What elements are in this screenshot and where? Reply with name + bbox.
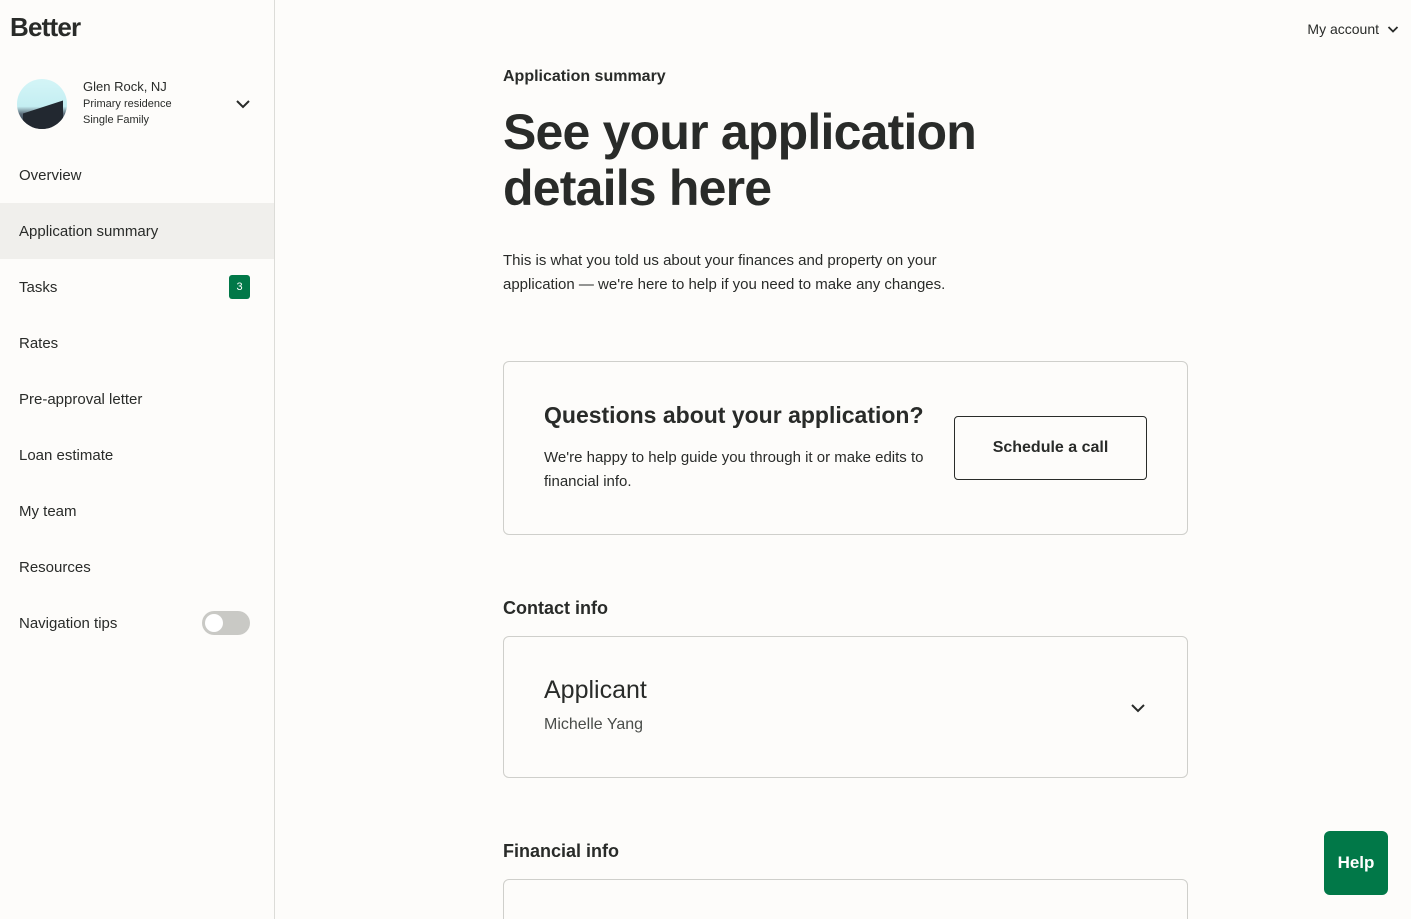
schedule-call-button[interactable]: Schedule a call: [954, 416, 1147, 480]
property-details: Glen Rock, NJ Primary residence Single F…: [83, 79, 172, 130]
applicant-accordion[interactable]: Applicant Michelle Yang: [503, 636, 1188, 778]
chevron-down-icon: [1387, 26, 1399, 33]
property-selector[interactable]: Glen Rock, NJ Primary residence Single F…: [17, 76, 257, 132]
property-avatar: [17, 79, 67, 129]
sidebar-item-label: Navigation tips: [19, 614, 118, 632]
navigation-tips-toggle[interactable]: [202, 611, 250, 635]
property-city: Glen Rock, NJ: [83, 78, 167, 94]
sidebar-item-label: Resources: [19, 558, 91, 576]
sidebar-item-loan-estimate[interactable]: Loan estimate: [0, 427, 274, 483]
page-eyebrow: Application summary: [503, 68, 666, 85]
page-title: See your application details here: [503, 104, 977, 216]
sidebar-item-label: Overview: [19, 166, 82, 184]
sidebar-item-overview[interactable]: Overview: [0, 147, 274, 203]
sidebar: Better Glen Rock, NJ Primary residence S…: [0, 0, 275, 919]
questions-card: Questions about your application? We're …: [503, 361, 1188, 535]
sidebar-item-label: Tasks: [19, 278, 58, 296]
sidebar-item-navigation-tips: Navigation tips: [0, 595, 274, 651]
sidebar-item-tasks[interactable]: Tasks 3: [0, 259, 274, 315]
property-type: Single Family: [83, 113, 150, 126]
sidebar-item-label: Application summary: [19, 222, 159, 240]
chevron-down-icon[interactable]: [1129, 699, 1147, 717]
sidebar-item-label: Rates: [19, 334, 59, 352]
page-description: This is what you told us about your fina…: [503, 252, 946, 293]
financial-info-card[interactable]: [503, 879, 1188, 919]
sidebar-item-label: Loan estimate: [19, 446, 114, 464]
sidebar-item-my-team[interactable]: My team: [0, 483, 274, 539]
questions-card-title: Questions about your application?: [544, 402, 924, 428]
contact-info-heading: Contact info: [503, 598, 608, 618]
financial-info-heading: Financial info: [503, 841, 620, 861]
sidebar-item-label: Pre-approval letter: [19, 390, 143, 408]
sidebar-item-label: My team: [19, 502, 77, 520]
better-logo[interactable]: Better: [10, 12, 81, 43]
applicant-name: Michelle Yang: [544, 716, 644, 733]
sidebar-item-preapproval-letter[interactable]: Pre-approval letter: [0, 371, 274, 427]
sidebar-nav: Overview Application summary Tasks 3 Rat…: [0, 147, 274, 651]
app-root: Better Glen Rock, NJ Primary residence S…: [0, 0, 1411, 919]
chevron-down-icon[interactable]: [235, 96, 251, 112]
my-account-menu[interactable]: My account: [1307, 21, 1399, 37]
my-account-label: My account: [1307, 21, 1379, 37]
help-button[interactable]: Help: [1324, 831, 1388, 895]
applicant-role: Applicant: [544, 676, 647, 704]
questions-card-body: We're happy to help guide you through it…: [544, 449, 924, 490]
sidebar-item-application-summary[interactable]: Application summary: [0, 203, 274, 259]
sidebar-item-rates[interactable]: Rates: [0, 315, 274, 371]
sidebar-item-resources[interactable]: Resources: [0, 539, 274, 595]
property-usage: Primary residence: [83, 97, 172, 110]
tasks-count-badge: 3: [229, 275, 250, 299]
